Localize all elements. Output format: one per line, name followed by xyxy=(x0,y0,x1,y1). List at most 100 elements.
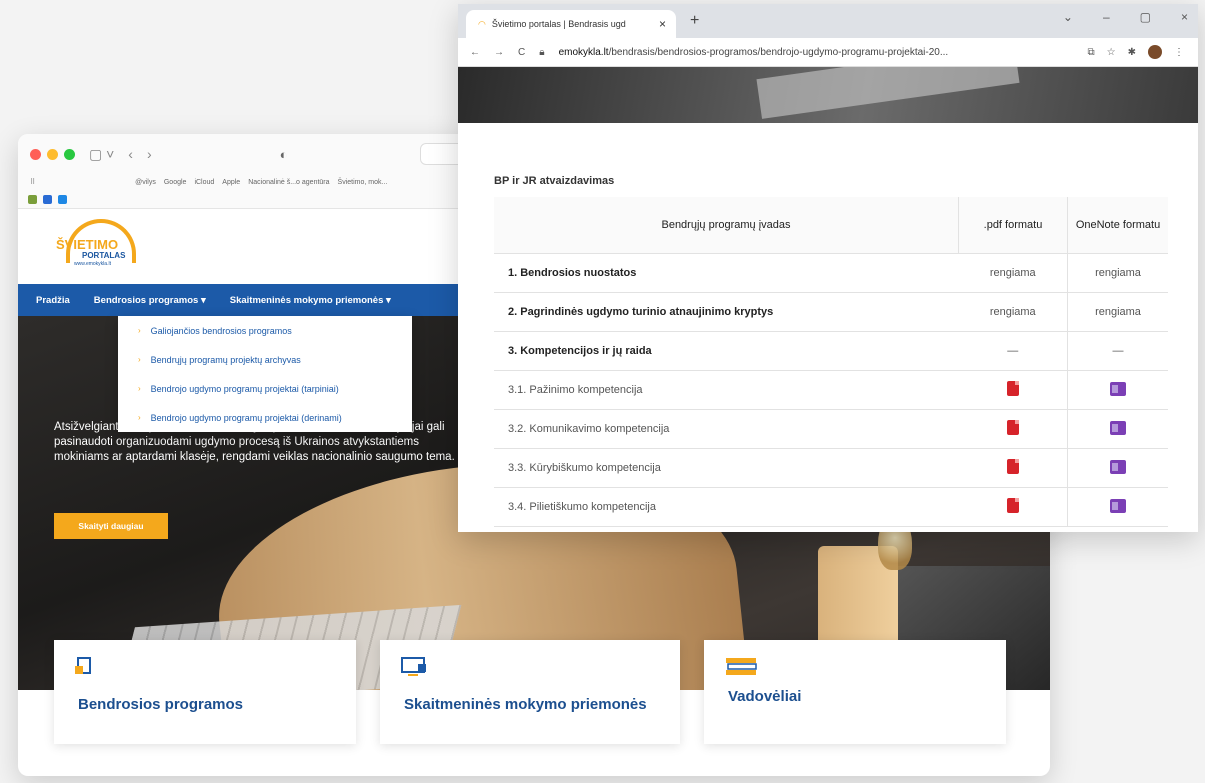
forward-arrow-icon[interactable]: → xyxy=(494,47,504,58)
favorite-link[interactable]: Google xyxy=(164,179,187,186)
row-title: 3.4. Pilietiškumo kompetencija xyxy=(494,487,959,527)
pdf-cell: rengiama xyxy=(958,292,1068,332)
row-title: 3.1. Pažinimo kompetencija xyxy=(494,370,959,410)
lock-icon[interactable]: 🔒︎ xyxy=(539,47,544,58)
row-title: 2. Pagrindinės ugdymo turinio atnaujinim… xyxy=(494,292,959,332)
onenote-cell xyxy=(1067,487,1168,527)
favorite-link[interactable]: Apple xyxy=(222,179,240,186)
minimize-icon[interactable]: – xyxy=(1103,10,1110,24)
table-header-row: Bendrųjų programų įvadas .pdf formatu On… xyxy=(494,197,1168,254)
url-field[interactable]: emokykla.lt/bendrasis/bendrosios-program… xyxy=(559,47,949,58)
browser-tab[interactable]: ◠ Švietimo portalas | Bendrasis ugd × xyxy=(466,10,676,38)
programs-table: Bendrųjų programų įvadas .pdf formatu On… xyxy=(494,197,1168,527)
dropdown-item-label: Bendrųjų programų projektų archyvas xyxy=(150,354,301,365)
chevron-right-icon: › xyxy=(138,326,141,335)
new-tab-button[interactable]: + xyxy=(690,12,699,30)
pdf-file-icon[interactable] xyxy=(1006,381,1019,396)
read-more-button[interactable]: Skaityti daugiau xyxy=(54,513,168,539)
chrome-tab-strip: ◠ Švietimo portalas | Bendrasis ugd × + … xyxy=(458,4,1198,38)
extensions-puzzle-icon[interactable]: ✱ xyxy=(1128,47,1136,58)
cloud-icon[interactable] xyxy=(58,194,67,204)
pdf-file-icon[interactable] xyxy=(1006,498,1019,513)
forward-arrow-icon[interactable]: › xyxy=(147,146,152,162)
card-title: Skaitmeninės mokymo priemonės xyxy=(404,696,647,713)
back-arrow-icon[interactable]: ‹ xyxy=(128,146,133,162)
table-row: 3.4. Pilietiškumo kompetencija xyxy=(494,487,1168,527)
row-title: 1. Bendrosios nuostatos xyxy=(494,253,959,293)
translate-icon[interactable]: ⧉ xyxy=(1088,47,1095,58)
tab-title: Švietimo portalas | Bendrasis ugd xyxy=(491,19,626,29)
card-programs[interactable]: Bendrosios programos xyxy=(54,640,356,744)
table-row: 3.3. Kūrybiškumo kompetencija xyxy=(494,448,1168,488)
table-row: 3.1. Pažinimo kompetencija xyxy=(494,370,1168,410)
onenote-cell: rengiama xyxy=(1067,253,1168,293)
back-arrow-icon[interactable]: ← xyxy=(470,47,480,58)
monitor-icon xyxy=(401,657,426,676)
favorite-link[interactable]: Švietimo, mok... xyxy=(338,179,388,186)
close-window-button[interactable] xyxy=(30,148,41,160)
logo-text-secondary: PORTALAS xyxy=(82,251,126,260)
pdf-cell: — xyxy=(958,331,1068,371)
dropdown-item[interactable]: › Bendrojo ugdymo programų projektai (der… xyxy=(118,403,412,432)
close-tab-icon[interactable]: × xyxy=(659,17,666,31)
chevron-right-icon: › xyxy=(138,355,141,364)
nav-programs[interactable]: Bendrosios programos ▾ xyxy=(94,295,206,306)
books-icon xyxy=(726,658,757,675)
pdf-cell: rengiama xyxy=(958,253,1068,293)
pdf-cell xyxy=(958,448,1068,488)
reload-icon[interactable]: C xyxy=(518,47,525,58)
minimize-window-button[interactable] xyxy=(47,148,58,160)
onenote-file-icon[interactable] xyxy=(1110,381,1126,396)
extension-icon[interactable] xyxy=(43,194,52,204)
favicon-icon: ◠ xyxy=(478,18,486,29)
zoom-window-button[interactable] xyxy=(64,148,75,160)
profile-avatar[interactable] xyxy=(1148,45,1162,59)
onenote-file-icon[interactable] xyxy=(1110,459,1126,474)
pdf-file-icon[interactable] xyxy=(1006,420,1019,435)
onenote-file-icon[interactable] xyxy=(1110,498,1126,513)
menu-kebab-icon[interactable]: ⋮ xyxy=(1174,47,1184,58)
table-row: 3.2. Komunikavimo kompetencija xyxy=(494,409,1168,449)
nav-home[interactable]: Pradžia xyxy=(36,295,70,306)
tab-search-icon[interactable]: ⌄ xyxy=(1063,10,1073,24)
dropdown-item[interactable]: › Bendrųjų programų projektų archyvas xyxy=(118,345,412,374)
extension-icon[interactable] xyxy=(28,194,37,204)
bookmark-star-icon[interactable]: ☆ xyxy=(1107,47,1116,58)
pdf-file-icon[interactable] xyxy=(1006,459,1019,474)
window-controls: ⌄ – ▢ × xyxy=(1063,10,1188,24)
favorite-link[interactable]: iCloud xyxy=(194,179,214,186)
sidebar-toggle-icon[interactable]: ▢ ˅ xyxy=(89,146,114,163)
dropdown-item[interactable]: › Bendrojo ugdymo programų projektai (tar… xyxy=(118,374,412,403)
dropdown-item-label: Galiojančios bendrosios programos xyxy=(150,325,292,336)
chrome-address-bar: ← → C 🔒︎ emokykla.lt/bendrasis/bendrosio… xyxy=(458,38,1198,67)
onenote-cell xyxy=(1067,409,1168,449)
nav-digital-tools[interactable]: Skaitmeninės mokymo priemonės ▾ xyxy=(230,295,391,306)
close-window-icon[interactable]: × xyxy=(1181,10,1188,24)
onenote-file-icon[interactable] xyxy=(1110,420,1126,435)
front-browser-window: ◠ Švietimo portalas | Bendrasis ugd × + … xyxy=(458,4,1198,532)
grid-icon[interactable]: ⠿ xyxy=(30,178,35,186)
onenote-cell xyxy=(1067,448,1168,488)
card-digital-tools[interactable]: Skaitmeninės mokymo priemonės xyxy=(380,640,680,744)
card-title: Bendrosios programos xyxy=(78,696,244,713)
privacy-shield-icon[interactable]: ◐ xyxy=(280,147,288,162)
dropdown-item[interactable]: › Galiojančios bendrosios programos xyxy=(118,316,412,345)
favorite-link[interactable]: @vilys xyxy=(135,179,156,186)
onenote-cell xyxy=(1067,370,1168,410)
pdf-cell xyxy=(958,487,1068,527)
table-row: 1. Bendrosios nuostatos rengiama rengiama xyxy=(494,253,1168,293)
table-row: 2. Pagrindinės ugdymo turinio atnaujinim… xyxy=(494,292,1168,332)
row-title: 3.3. Kūrybiškumo kompetencija xyxy=(494,448,959,488)
onenote-cell: rengiama xyxy=(1067,292,1168,332)
favorite-link[interactable]: Nacionalinė š...o agentūra xyxy=(248,179,329,186)
maximize-icon[interactable]: ▢ xyxy=(1140,10,1151,24)
row-title: 3.2. Komunikavimo kompetencija xyxy=(494,409,959,449)
card-title: Vadovėliai xyxy=(728,688,802,705)
table-row: 3. Kompetencijos ir jų raida — — xyxy=(494,331,1168,371)
card-textbooks[interactable]: Vadovėliai xyxy=(704,640,1006,744)
logo-text-primary: ŠVIETIMO xyxy=(56,237,119,252)
logo-url: www.emokykla.lt xyxy=(74,261,111,267)
onenote-cell: — xyxy=(1067,331,1168,371)
column-header: .pdf formatu xyxy=(958,197,1068,254)
dropdown-item-label: Bendrojo ugdymo programų projektai (tarp… xyxy=(150,383,339,394)
